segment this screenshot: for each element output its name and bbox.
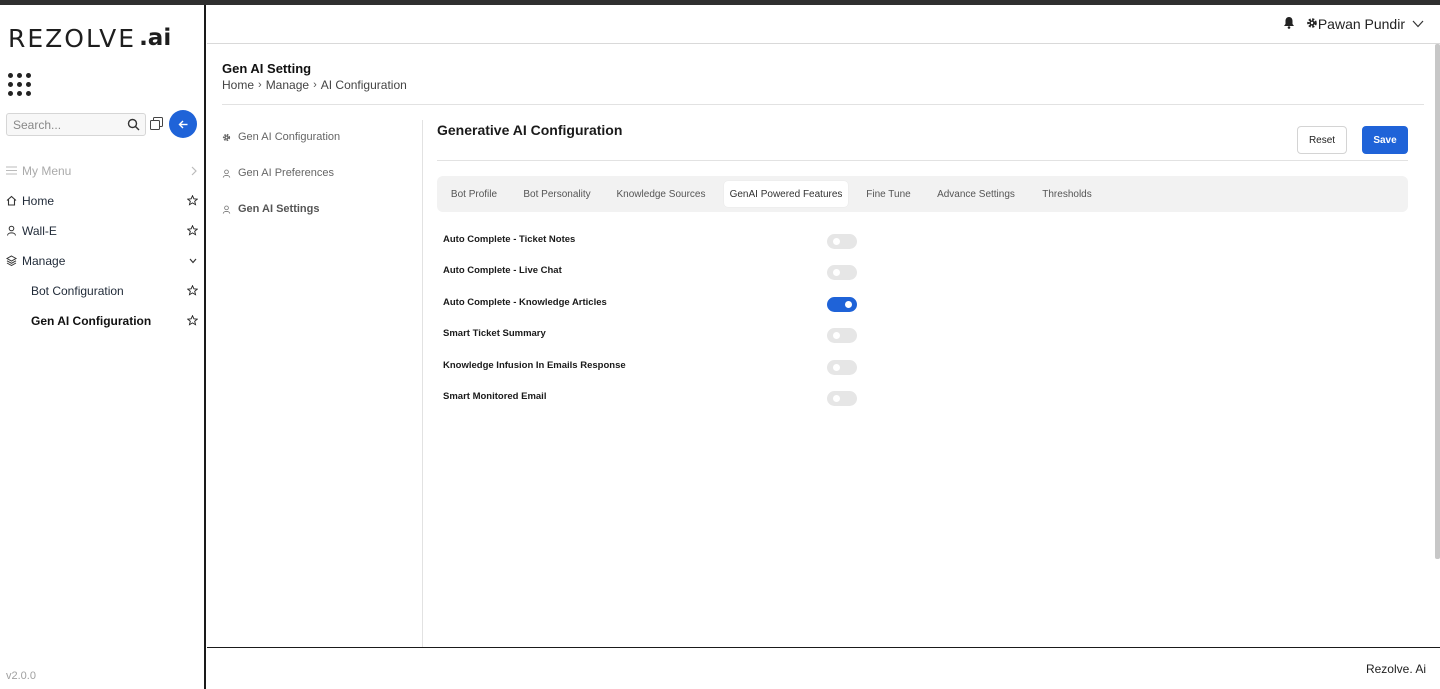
sidebar-subitem-label: Bot Configuration bbox=[31, 284, 124, 298]
sidebar-subitem-label: Gen AI Configuration bbox=[31, 314, 152, 328]
sidebar-item-home[interactable]: Home bbox=[0, 189, 204, 213]
home-icon bbox=[6, 195, 17, 209]
footer: Rezolve. Ai bbox=[207, 647, 1440, 689]
sidebar-item-wall-e[interactable]: Wall-E bbox=[0, 219, 204, 243]
section-title: Generative AI Configuration bbox=[437, 122, 623, 138]
logo-text: REZOLVE bbox=[8, 23, 137, 53]
feature-row: Auto Complete - Knowledge Articles bbox=[443, 295, 863, 315]
tab-knowledge-sources[interactable]: Knowledge Sources bbox=[611, 181, 711, 207]
toggle-knob bbox=[833, 332, 840, 339]
toggle-knob bbox=[845, 301, 852, 308]
apps-grid-icon[interactable] bbox=[8, 73, 31, 96]
feature-row: Smart Monitored Email bbox=[443, 389, 863, 409]
sidebar-item-label: Home bbox=[22, 194, 55, 208]
divider bbox=[437, 160, 1408, 161]
tab-genai-powered-features[interactable]: GenAI Powered Features bbox=[724, 181, 848, 207]
toggle-knob bbox=[833, 395, 840, 402]
feature-row: Auto Complete - Ticket Notes bbox=[443, 232, 863, 252]
star-icon[interactable] bbox=[186, 314, 199, 329]
subnav-gen-ai-configuration[interactable]: Gen AI Configuration bbox=[222, 131, 340, 143]
toggle-knob bbox=[833, 238, 840, 245]
star-icon[interactable] bbox=[186, 194, 199, 209]
sidebar-subitem-bot-configuration[interactable]: Bot Configuration bbox=[0, 279, 204, 303]
version-label: v2.0.0 bbox=[6, 670, 36, 682]
star-icon[interactable] bbox=[186, 224, 199, 239]
feature-toggle[interactable] bbox=[827, 360, 857, 375]
divider bbox=[222, 104, 1424, 105]
gear-icon bbox=[222, 133, 232, 142]
feature-label: Auto Complete - Live Chat bbox=[443, 265, 562, 276]
tab-advance-settings[interactable]: Advance Settings bbox=[931, 181, 1021, 207]
user-name: Pawan Pundir bbox=[1317, 16, 1405, 32]
sidebar-item-label: Manage bbox=[22, 254, 66, 268]
breadcrumb-ai-configuration[interactable]: AI Configuration bbox=[321, 78, 407, 92]
my-menu-label: My Menu bbox=[22, 164, 72, 178]
feature-toggle[interactable] bbox=[827, 391, 857, 406]
user-icon bbox=[222, 169, 232, 178]
feature-toggle[interactable] bbox=[827, 328, 857, 343]
feature-toggle[interactable] bbox=[827, 234, 857, 249]
feature-label: Smart Ticket Summary bbox=[443, 328, 546, 339]
toggle-knob bbox=[833, 269, 840, 276]
my-menu[interactable]: My Menu bbox=[0, 159, 204, 183]
tab-bar: Bot Profile Bot Personality Knowledge So… bbox=[437, 176, 1408, 212]
star-icon[interactable] bbox=[186, 284, 199, 299]
toggle-knob bbox=[833, 364, 840, 371]
tab-fine-tune[interactable]: Fine Tune bbox=[861, 181, 916, 207]
user-menu[interactable]: Pawan Pundir bbox=[1318, 16, 1424, 32]
feature-row: Smart Ticket Summary bbox=[443, 326, 863, 346]
gear-icon[interactable] bbox=[1306, 16, 1318, 34]
collapse-sidebar-button[interactable] bbox=[169, 110, 197, 138]
feature-label: Smart Monitored Email bbox=[443, 391, 547, 402]
footer-brand: Rezolve. Ai bbox=[1365, 662, 1426, 676]
save-button[interactable]: Save bbox=[1362, 126, 1408, 154]
sidebar-item-label: Wall-E bbox=[22, 224, 57, 238]
breadcrumb-separator: › bbox=[313, 79, 317, 91]
subnav-gen-ai-settings[interactable]: Gen AI Settings bbox=[222, 203, 320, 215]
hamburger-icon bbox=[6, 165, 17, 179]
feature-label: Auto Complete - Knowledge Articles bbox=[443, 297, 607, 308]
layers-icon bbox=[5, 255, 18, 269]
breadcrumb-home[interactable]: Home bbox=[222, 78, 254, 92]
tab-thresholds[interactable]: Thresholds bbox=[1036, 181, 1098, 207]
breadcrumb-manage[interactable]: Manage bbox=[266, 78, 309, 92]
rezolve-logo[interactable]: REZOLVE .ai bbox=[8, 23, 171, 53]
scrollbar[interactable] bbox=[1435, 44, 1440, 559]
chevron-down-icon bbox=[1412, 20, 1424, 28]
feature-row: Auto Complete - Live Chat bbox=[443, 263, 863, 283]
logo-ai: .ai bbox=[139, 25, 172, 51]
top-bar: Pawan Pundir bbox=[207, 5, 1440, 44]
tab-bot-personality[interactable]: Bot Personality bbox=[517, 181, 597, 207]
page-title: Gen AI Setting bbox=[222, 61, 312, 76]
subnav-label: Gen AI Preferences bbox=[238, 167, 334, 179]
user-icon bbox=[6, 225, 17, 239]
sidebar: REZOLVE .ai My Menu Home bbox=[0, 5, 206, 689]
search-input[interactable] bbox=[7, 114, 117, 135]
bell-icon[interactable] bbox=[1283, 16, 1295, 34]
breadcrumb-separator: › bbox=[258, 79, 262, 91]
chevron-down-icon[interactable] bbox=[188, 255, 198, 269]
feature-toggle[interactable] bbox=[827, 297, 857, 312]
user-icon bbox=[222, 205, 232, 214]
search-icon[interactable] bbox=[127, 118, 140, 136]
breadcrumb: Home › Manage › AI Configuration bbox=[222, 78, 407, 92]
subnav-label: Gen AI Settings bbox=[238, 203, 320, 215]
feature-row: Knowledge Infusion In Emails Response bbox=[443, 358, 863, 378]
feature-label: Knowledge Infusion In Emails Response bbox=[443, 360, 626, 371]
sidebar-item-manage[interactable]: Manage bbox=[0, 249, 204, 273]
divider bbox=[422, 120, 423, 647]
sidebar-search bbox=[6, 113, 146, 136]
feature-label: Auto Complete - Ticket Notes bbox=[443, 234, 576, 245]
chevron-right-icon bbox=[190, 165, 198, 179]
subnav-gen-ai-preferences[interactable]: Gen AI Preferences bbox=[222, 167, 334, 179]
copy-icon[interactable] bbox=[150, 117, 163, 135]
arrow-left-icon bbox=[178, 120, 187, 128]
sidebar-subitem-gen-ai-configuration[interactable]: Gen AI Configuration bbox=[0, 309, 204, 333]
tab-bot-profile[interactable]: Bot Profile bbox=[443, 181, 505, 207]
reset-button[interactable]: Reset bbox=[1297, 126, 1347, 154]
feature-toggle[interactable] bbox=[827, 265, 857, 280]
subnav-label: Gen AI Configuration bbox=[238, 131, 341, 143]
